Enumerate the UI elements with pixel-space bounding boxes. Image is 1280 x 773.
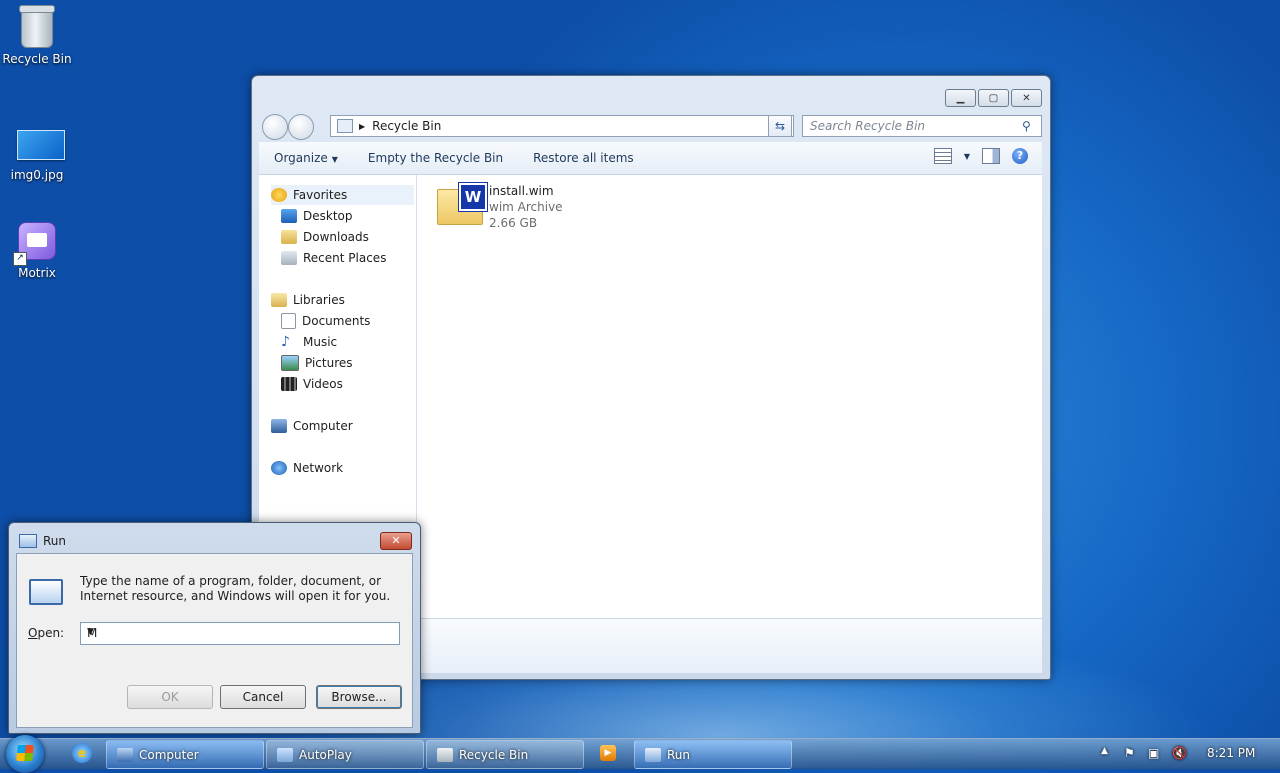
desktop-icon-motrix[interactable]: ↗ Motrix — [0, 222, 74, 280]
address-location[interactable]: Recycle Bin — [372, 119, 441, 133]
open-combobox[interactable]: M ▼ — [80, 622, 400, 645]
search-input[interactable]: Search Recycle Bin ⚲ — [802, 115, 1042, 137]
computer-icon — [271, 419, 287, 433]
computer-icon — [117, 747, 133, 762]
chevron-down-icon[interactable]: ▼ — [964, 152, 970, 161]
documents-icon — [281, 313, 296, 329]
desktop-icon — [281, 209, 297, 223]
run-program-icon — [29, 579, 63, 605]
organize-button[interactable]: Organize ▼ — [259, 151, 353, 165]
network-tray-icon[interactable]: ▣ — [1148, 746, 1159, 760]
nav-item-computer[interactable]: Computer — [271, 416, 353, 436]
start-button[interactable] — [6, 735, 44, 773]
run-dialog: Run ✕ Type the name of a program, folder… — [8, 522, 421, 734]
maximize-button[interactable]: ▢ — [978, 89, 1009, 107]
wim-archive-icon: W — [437, 183, 487, 225]
browse-button[interactable]: Browse... — [316, 685, 402, 709]
internet-explorer-icon[interactable]: e — [72, 743, 92, 763]
nav-item-documents[interactable]: Documents — [281, 311, 370, 331]
clock[interactable]: 8:21 PM — [1207, 746, 1255, 760]
image-file-icon — [17, 130, 65, 164]
autoplay-icon — [277, 747, 293, 762]
forward-button[interactable] — [288, 114, 314, 140]
nav-item-pictures[interactable]: Pictures — [281, 353, 353, 373]
chevron-down-icon: ▼ — [331, 155, 338, 164]
breadcrumb-arrow-icon[interactable]: ▶ — [359, 122, 365, 131]
nav-item-videos[interactable]: Videos — [281, 374, 343, 394]
desktop-icon-recycle-bin[interactable]: Recycle Bin — [0, 5, 74, 66]
open-label: Open: — [28, 626, 65, 640]
nav-item-desktop[interactable]: Desktop — [281, 206, 353, 226]
downloads-icon — [281, 230, 297, 244]
taskbar: e Computer AutoPlay Recycle Bin ▶ Run ▲ … — [0, 735, 1280, 773]
music-icon: ♪ — [281, 334, 290, 350]
file-type: wim Archive — [489, 200, 563, 214]
ok-button[interactable]: OK — [127, 685, 213, 709]
desktop-icon-img0[interactable]: img0.jpg — [0, 124, 74, 182]
change-view-icon[interactable] — [933, 148, 952, 164]
shortcut-arrow-icon: ↗ — [13, 252, 27, 266]
run-title: Run — [43, 534, 67, 548]
media-player-icon[interactable]: ▶ — [600, 745, 616, 761]
desktop-icon-label: img0.jpg — [10, 168, 64, 182]
taskbar-item-recycle-bin[interactable]: Recycle Bin — [426, 740, 584, 769]
taskbar-item-run[interactable]: Run — [634, 740, 792, 769]
nav-item-network[interactable]: Network — [271, 458, 343, 478]
run-icon — [19, 534, 37, 548]
file-size: 2.66 GB — [489, 216, 538, 230]
search-icon[interactable]: ⚲ — [1022, 119, 1036, 133]
address-bar[interactable]: ▶ Recycle Bin ▼ — [330, 115, 794, 137]
file-name: install.wim — [489, 184, 554, 198]
taskbar-item-autoplay[interactable]: AutoPlay — [266, 740, 424, 769]
recycle-bin-icon — [17, 5, 57, 48]
nav-item-favorites[interactable]: Favorites — [271, 185, 414, 205]
libraries-icon — [271, 293, 287, 307]
refresh-button[interactable]: ⇆ — [768, 115, 792, 137]
run-icon — [645, 747, 661, 762]
run-description: Type the name of a program, folder, docu… — [80, 574, 391, 603]
help-icon[interactable]: ? — [1012, 148, 1028, 164]
search-placeholder: Search Recycle Bin — [810, 119, 926, 133]
star-icon — [271, 188, 287, 202]
pictures-icon — [281, 355, 299, 371]
nav-item-libraries[interactable]: Libraries — [271, 290, 345, 310]
recycle-bin-icon — [437, 747, 453, 762]
videos-icon — [281, 377, 297, 391]
back-button[interactable] — [262, 114, 288, 140]
desktop-icon-label: Motrix — [18, 266, 56, 280]
nav-item-recent-places[interactable]: Recent Places — [281, 248, 386, 268]
cancel-button[interactable]: Cancel — [220, 685, 306, 709]
show-hidden-icons-icon[interactable]: ▲ — [1101, 746, 1108, 756]
file-list: W install.wim wim Archive 2.66 GB — [417, 175, 1042, 618]
desktop-icon-label: Recycle Bin — [2, 52, 72, 66]
taskbar-item-computer[interactable]: Computer — [106, 740, 264, 769]
action-center-flag-icon[interactable]: ⚑ — [1124, 746, 1135, 760]
preview-pane-icon[interactable] — [982, 148, 1000, 164]
nav-item-downloads[interactable]: Downloads — [281, 227, 369, 247]
file-item[interactable]: W install.wim wim Archive 2.66 GB — [437, 183, 563, 231]
nav-item-music[interactable]: ♪ Music — [281, 332, 337, 352]
chevron-down-icon[interactable]: ▼ — [87, 627, 395, 637]
restore-all-button[interactable]: Restore all items — [518, 151, 649, 165]
minimize-button[interactable]: ▁ — [945, 89, 976, 107]
network-icon — [271, 461, 287, 475]
motrix-app-icon: ↗ — [13, 222, 57, 266]
details-pane — [417, 618, 1042, 673]
empty-recycle-bin-button[interactable]: Empty the Recycle Bin — [353, 151, 518, 165]
volume-muted-icon[interactable]: 🔇 — [1172, 746, 1187, 760]
recent-places-icon — [281, 251, 297, 265]
command-bar: Organize ▼ Empty the Recycle Bin Restore … — [259, 142, 1042, 175]
close-button[interactable]: ✕ — [1011, 89, 1042, 107]
recycle-bin-icon — [337, 119, 353, 133]
run-close-button[interactable]: ✕ — [380, 532, 412, 550]
